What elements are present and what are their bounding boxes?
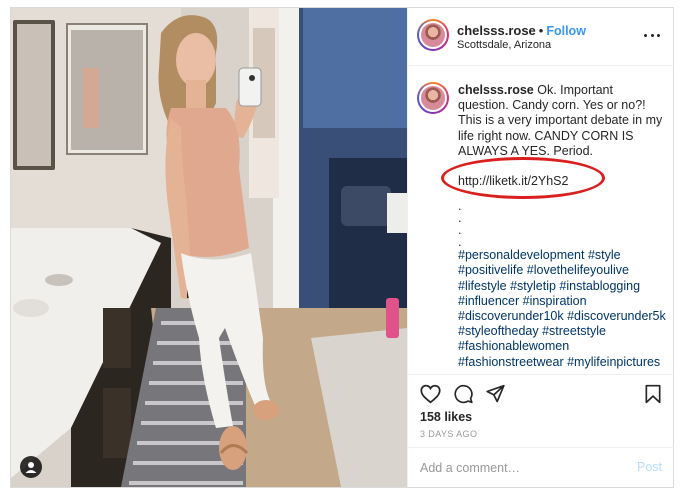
post-photo[interactable]: [11, 8, 407, 487]
caption-text: chelsss.rose Ok. Important question. Can…: [458, 83, 666, 370]
caption-link[interactable]: http://liketk.it/2YhS2: [458, 174, 666, 189]
bookmark-icon[interactable]: [644, 384, 662, 404]
comment-icon[interactable]: [453, 384, 474, 404]
follow-button[interactable]: Follow: [546, 24, 586, 38]
share-icon[interactable]: [485, 384, 506, 404]
header-user-row: chelsss.rose • Follow: [457, 23, 586, 38]
post-timestamp[interactable]: 3 DAYS AGO: [420, 429, 477, 439]
comment-input[interactable]: [420, 458, 620, 478]
location-link[interactable]: Scottsdale, Arizona: [457, 39, 551, 51]
heart-icon[interactable]: [420, 384, 441, 404]
instagram-post: chelsss.rose • Follow Scottsdale, Arizona …: [10, 7, 674, 488]
comment-bar: Post: [408, 447, 674, 487]
photo-illustration: [11, 8, 407, 487]
caption-area: chelsss.rose Ok. Important question. Can…: [408, 66, 674, 372]
likes-count[interactable]: 158 likes: [420, 410, 472, 424]
caption-username[interactable]: chelsss.rose: [458, 83, 534, 97]
header-username[interactable]: chelsss.rose: [457, 23, 536, 38]
action-bar: [408, 374, 674, 412]
separator-dot: •: [538, 23, 544, 38]
avatar[interactable]: [417, 19, 449, 51]
post-comment-button[interactable]: Post: [637, 460, 662, 474]
caption-avatar[interactable]: [417, 82, 449, 114]
caption-hashtags[interactable]: #personaldevelopment #style #positivelif…: [458, 248, 666, 370]
post-side-panel: chelsss.rose • Follow Scottsdale, Arizona …: [407, 8, 674, 487]
caption-dots: . . . .: [458, 199, 462, 250]
more-icon[interactable]: [644, 32, 660, 38]
post-header: chelsss.rose • Follow Scottsdale, Arizona: [408, 8, 674, 66]
user-tag-icon[interactable]: [20, 456, 42, 478]
